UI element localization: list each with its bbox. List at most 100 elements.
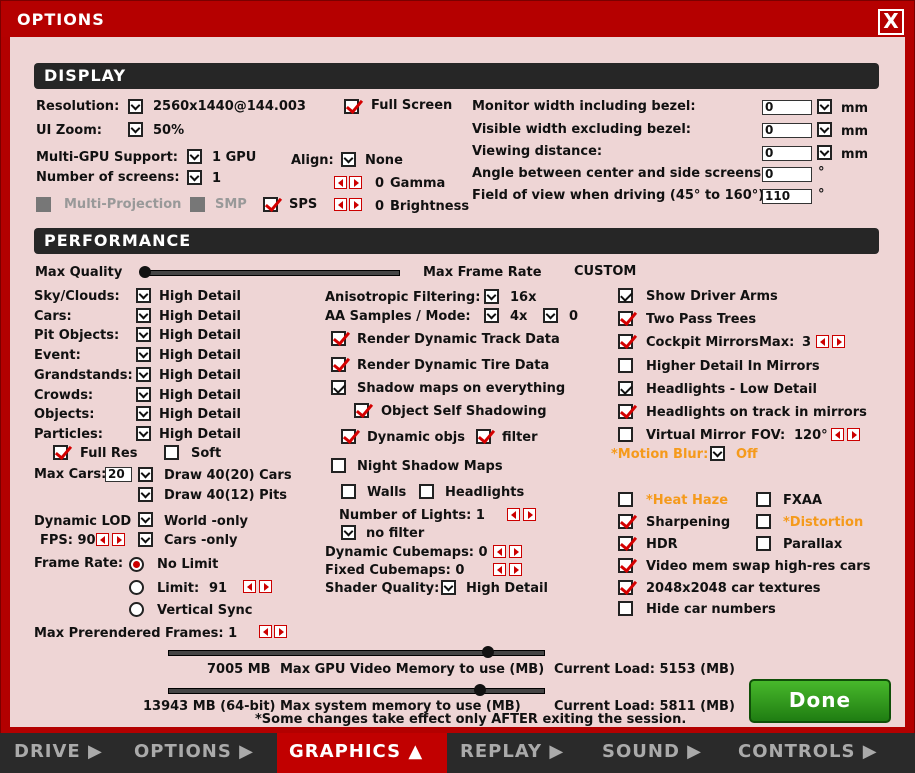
fixed-cubemaps-decrease-arrow-icon[interactable] [493, 563, 506, 576]
shadow-maps-checkbox[interactable] [331, 380, 346, 395]
brightness-decrease-arrow-icon[interactable] [334, 198, 347, 211]
no-filter-dropdown[interactable] [341, 525, 356, 540]
draw-cars-dropdown[interactable] [138, 467, 153, 482]
visible-width-input[interactable]: 0 [762, 123, 812, 138]
car-textures-checkbox[interactable] [618, 580, 633, 595]
dynamic-lod-dropdown[interactable] [138, 512, 153, 527]
self-shadow-checkbox[interactable] [354, 403, 369, 418]
fov-input[interactable]: 110 [762, 189, 812, 204]
full-screen-checkbox[interactable] [344, 99, 359, 114]
multi-gpu-dropdown[interactable] [187, 149, 202, 164]
num-screens-dropdown[interactable] [187, 170, 202, 185]
done-button[interactable]: Done [749, 679, 891, 723]
detail-row-dropdown[interactable] [136, 366, 151, 382]
detail-row-dropdown[interactable] [136, 425, 151, 441]
dyn-cubemaps-decrease-arrow-icon[interactable] [493, 545, 506, 558]
viewing-distance-input[interactable]: 0 [762, 146, 812, 161]
parallax-checkbox[interactable] [756, 536, 771, 551]
walls-checkbox[interactable] [341, 484, 356, 499]
two-pass-trees-checkbox[interactable] [618, 311, 633, 326]
hdr-checkbox[interactable] [618, 536, 633, 551]
cockpit-mirrors-checkbox[interactable] [618, 334, 633, 349]
brightness-increase-arrow-icon[interactable] [349, 198, 362, 211]
filter-checkbox[interactable] [476, 429, 491, 444]
monitor-width-input[interactable]: 0 [762, 100, 812, 115]
video-mem-swap-checkbox[interactable] [618, 558, 633, 573]
hide-car-numbers-checkbox[interactable] [618, 601, 633, 616]
ui-zoom-dropdown[interactable] [128, 122, 143, 137]
viewing-distance-unit-dropdown[interactable] [817, 145, 832, 160]
heat-haze-checkbox[interactable] [618, 492, 633, 507]
shader-quality-dropdown[interactable] [441, 580, 456, 595]
max-quality-slider-knob[interactable] [139, 266, 151, 278]
detail-row-dropdown[interactable] [136, 347, 151, 363]
fxaa-checkbox[interactable] [756, 492, 771, 507]
gpu-memory-slider[interactable] [168, 646, 545, 658]
soft-checkbox[interactable] [164, 445, 179, 460]
limit-radio[interactable] [129, 580, 144, 595]
dyn-cubemaps-increase-arrow-icon[interactable] [509, 545, 522, 558]
detail-row-dropdown[interactable] [136, 386, 151, 402]
motion-blur-dropdown[interactable] [710, 446, 725, 461]
max-quality-slider[interactable] [139, 266, 400, 278]
close-button[interactable]: X [878, 9, 904, 35]
sps-checkbox[interactable] [263, 197, 278, 212]
tab-replay[interactable]: REPLAY ▶ [448, 733, 588, 773]
monitor-width-unit-dropdown[interactable] [817, 99, 832, 114]
vsync-radio[interactable] [129, 602, 144, 617]
visible-width-unit-dropdown[interactable] [817, 122, 832, 137]
angle-input[interactable]: 0 [762, 167, 812, 182]
tab-controls[interactable]: CONTROLS ▶ [728, 733, 915, 773]
distortion-checkbox[interactable] [756, 514, 771, 529]
no-limit-radio[interactable] [129, 557, 144, 572]
aa-mode-dropdown[interactable] [543, 308, 558, 323]
gamma-decrease-arrow-icon[interactable] [334, 176, 347, 189]
fps-decrease-arrow-icon[interactable] [96, 533, 109, 546]
aniso-dropdown[interactable] [484, 289, 499, 304]
detail-row-dropdown[interactable] [136, 307, 151, 323]
detail-row-dropdown[interactable] [136, 288, 151, 303]
fps-increase-arrow-icon[interactable] [112, 533, 125, 546]
gpu-memory-slider-knob[interactable] [481, 646, 494, 658]
system-memory-slider[interactable] [168, 684, 545, 696]
mirrors-decrease-arrow-icon[interactable] [816, 335, 829, 348]
sharpening-checkbox[interactable] [618, 514, 633, 529]
render-tire-checkbox[interactable] [331, 357, 346, 372]
align-dropdown[interactable] [341, 152, 356, 167]
gamma-increase-arrow-icon[interactable] [349, 176, 362, 189]
virtual-mirror-checkbox[interactable] [618, 427, 633, 442]
fixed-cubemaps-increase-arrow-icon[interactable] [509, 563, 522, 576]
lights-increase-arrow-icon[interactable] [523, 508, 536, 521]
render-track-checkbox[interactable] [331, 331, 346, 346]
headlights-low-checkbox[interactable] [618, 381, 633, 396]
max-cars-input[interactable]: 20 [105, 467, 132, 482]
limit-increase-arrow-icon[interactable] [259, 580, 272, 593]
prerendered-decrease-arrow-icon[interactable] [259, 625, 272, 638]
full-res-checkbox[interactable] [53, 445, 68, 460]
tab-sound[interactable]: SOUND ▶ [590, 733, 728, 773]
detail-row-dropdown[interactable] [136, 406, 151, 422]
headlights-track-checkbox[interactable] [618, 404, 633, 419]
limit-decrease-arrow-icon[interactable] [243, 580, 256, 593]
virtual-fov-increase-arrow-icon[interactable] [847, 428, 860, 441]
system-memory-slider-knob[interactable] [474, 684, 487, 696]
resolution-dropdown[interactable] [128, 99, 143, 114]
motion-blur-value: Off [736, 447, 758, 462]
night-shadow-checkbox[interactable] [331, 458, 346, 473]
draw-pits-dropdown[interactable] [138, 487, 153, 502]
show-driver-arms-checkbox[interactable] [618, 288, 633, 303]
gamma-label: Gamma [390, 176, 446, 191]
dynamic-objs-checkbox[interactable] [341, 429, 356, 444]
mirrors-increase-arrow-icon[interactable] [832, 335, 845, 348]
aa-samples-dropdown[interactable] [484, 308, 499, 323]
detail-row-dropdown[interactable] [136, 327, 151, 343]
tab-graphics[interactable]: GRAPHICS ▲ [277, 733, 447, 773]
higher-detail-mirrors-checkbox[interactable] [618, 358, 633, 373]
lights-decrease-arrow-icon[interactable] [507, 508, 520, 521]
tab-drive[interactable]: DRIVE ▶ [0, 733, 118, 773]
fps-cars-dropdown[interactable] [138, 532, 153, 547]
prerendered-increase-arrow-icon[interactable] [274, 625, 287, 638]
tab-options[interactable]: OPTIONS ▶ [120, 733, 272, 773]
virtual-fov-decrease-arrow-icon[interactable] [831, 428, 844, 441]
headlights-shadow-checkbox[interactable] [419, 484, 434, 499]
